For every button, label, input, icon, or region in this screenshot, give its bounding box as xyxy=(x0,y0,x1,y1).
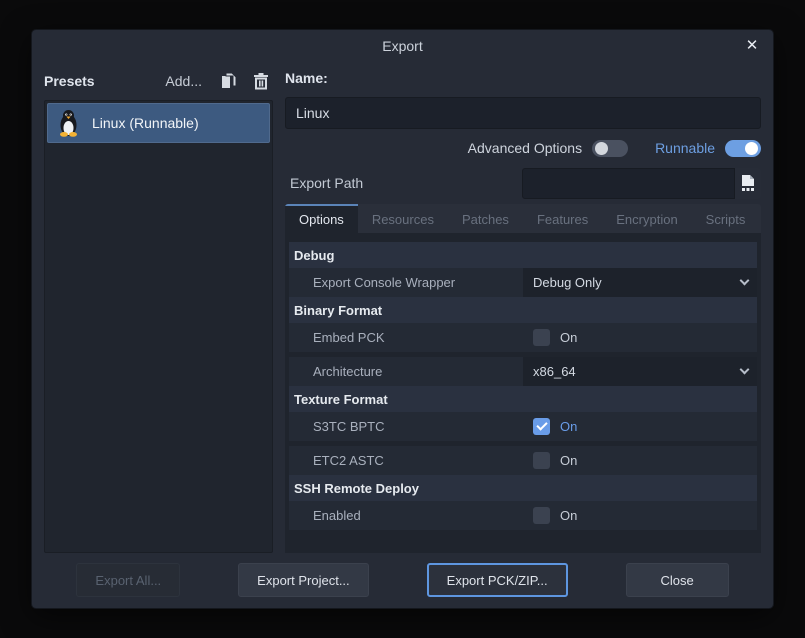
toggles-row: Advanced Options Runnable xyxy=(285,136,761,160)
options-panel: Debug Export Console Wrapper Debug Only … xyxy=(285,233,761,553)
property-label: Enabled xyxy=(289,501,523,530)
tab-features[interactable]: Features xyxy=(523,204,602,233)
name-input[interactable]: Linux xyxy=(285,97,761,129)
close-button[interactable]: Close xyxy=(626,563,729,597)
file-browse-icon xyxy=(741,175,755,191)
export-project-button[interactable]: Export Project... xyxy=(238,563,368,597)
property-row: Architecture x86_64 xyxy=(289,357,757,386)
property-label: S3TC BPTC xyxy=(289,412,523,441)
presets-heading: Presets xyxy=(44,73,95,89)
section-header-ssh-remote-deploy: SSH Remote Deploy xyxy=(289,475,757,501)
section-header-label: SSH Remote Deploy xyxy=(294,481,419,496)
advanced-options-label: Advanced Options xyxy=(468,140,582,156)
checkbox-label: On xyxy=(560,419,577,434)
name-input-value: Linux xyxy=(296,105,329,121)
section-header-texture-format: Texture Format xyxy=(289,386,757,412)
property-row: S3TC BPTC On xyxy=(289,412,757,441)
close-icon[interactable]: ✕ xyxy=(741,35,763,57)
dialog-title: Export xyxy=(32,38,773,54)
runnable-label: Runnable xyxy=(655,140,715,156)
property-row: Embed PCK On xyxy=(289,323,757,352)
name-label: Name: xyxy=(285,70,761,92)
checkbox-label: On xyxy=(560,330,577,345)
chevron-down-icon xyxy=(740,276,750,286)
add-preset-button[interactable]: Add... xyxy=(159,73,208,89)
property-label: Architecture xyxy=(289,357,523,386)
property-row: ETC2 ASTC On xyxy=(289,446,757,475)
presets-panel: Presets Add... xyxy=(44,68,273,553)
dropdown-value: x86_64 xyxy=(533,364,576,379)
export-pck-zip-button[interactable]: Export PCK/ZIP... xyxy=(427,563,568,597)
etc2-astc-checkbox[interactable] xyxy=(533,452,550,469)
tab-bar: Options Resources Patches Features Encry… xyxy=(285,204,761,233)
export-path-row: Export Path xyxy=(285,167,761,199)
section-header-label: Debug xyxy=(294,248,334,263)
runnable-toggle[interactable] xyxy=(725,140,761,157)
chevron-down-icon xyxy=(740,365,750,375)
property-row: Enabled On xyxy=(289,501,757,530)
presets-header: Presets Add... xyxy=(44,70,273,92)
linux-tux-icon xyxy=(57,109,80,137)
preset-item-label: Linux (Runnable) xyxy=(92,115,199,131)
file-browse-button[interactable] xyxy=(735,168,761,199)
tab-patches[interactable]: Patches xyxy=(448,204,523,233)
export-dialog: Export ✕ Presets Add... xyxy=(32,30,773,608)
export-path-label: Export Path xyxy=(285,175,522,191)
advanced-options-toggle[interactable] xyxy=(592,140,628,157)
preset-item-linux[interactable]: Linux (Runnable) xyxy=(47,103,270,143)
toggle-knob xyxy=(745,142,758,155)
property-row: Export Console Wrapper Debug Only xyxy=(289,268,757,297)
section-header-binary-format: Binary Format xyxy=(289,297,757,323)
architecture-dropdown[interactable]: x86_64 xyxy=(523,357,757,386)
tab-resources[interactable]: Resources xyxy=(358,204,448,233)
property-label: Export Console Wrapper xyxy=(289,268,523,297)
section-header-debug: Debug xyxy=(289,242,757,268)
toggle-knob xyxy=(595,142,608,155)
tab-scripts[interactable]: Scripts xyxy=(692,204,760,233)
duplicate-icon xyxy=(220,72,237,90)
tab-encryption[interactable]: Encryption xyxy=(602,204,691,233)
property-label: ETC2 ASTC xyxy=(289,446,523,475)
duplicate-preset-button[interactable] xyxy=(216,72,241,90)
export-all-button[interactable]: Export All... xyxy=(76,563,180,597)
property-label: Embed PCK xyxy=(289,323,523,352)
checkbox-label: On xyxy=(560,508,577,523)
dialog-titlebar: Export ✕ xyxy=(32,30,773,60)
dropdown-value: Debug Only xyxy=(533,275,602,290)
trash-icon xyxy=(253,72,269,90)
presets-list[interactable]: Linux (Runnable) xyxy=(44,100,273,553)
tab-options[interactable]: Options xyxy=(285,204,358,233)
section-header-label: Binary Format xyxy=(294,303,382,318)
ssh-enabled-checkbox[interactable] xyxy=(533,507,550,524)
delete-preset-button[interactable] xyxy=(249,72,273,90)
section-header-label: Texture Format xyxy=(294,392,388,407)
export-console-wrapper-dropdown[interactable]: Debug Only xyxy=(523,268,757,297)
embed-pck-checkbox[interactable] xyxy=(533,329,550,346)
checkbox-label: On xyxy=(560,453,577,468)
export-path-input[interactable] xyxy=(522,168,735,199)
dialog-footer: Export All... Export Project... Export P… xyxy=(32,563,773,597)
preset-settings-panel: Name: Linux Advanced Options Runnable Ex… xyxy=(285,68,761,553)
s3tc-bptc-checkbox[interactable] xyxy=(533,418,550,435)
